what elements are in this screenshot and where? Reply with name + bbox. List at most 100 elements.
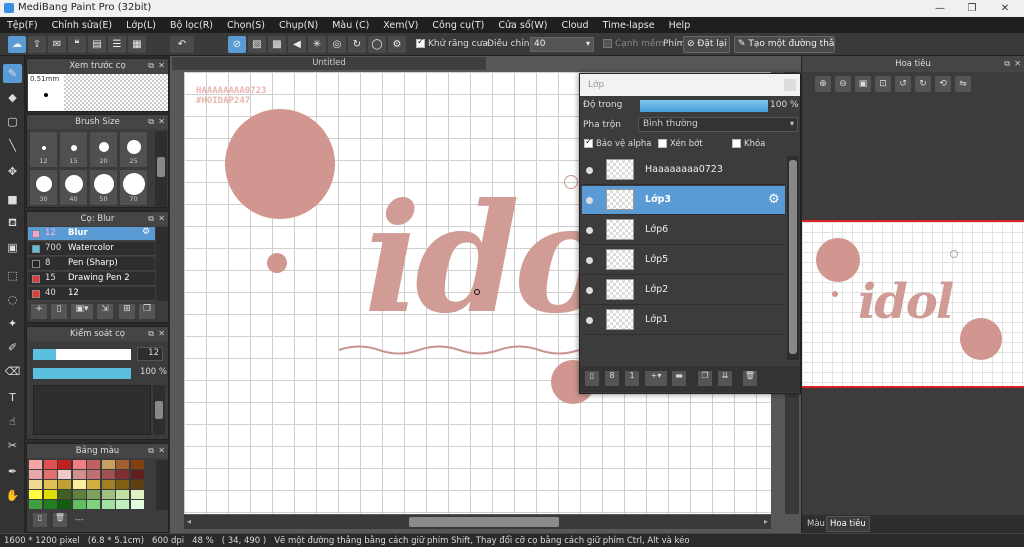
color-swatch[interactable] xyxy=(29,470,42,479)
color-swatch[interactable] xyxy=(58,480,71,489)
eyedropper-tool-icon[interactable]: ✒ xyxy=(3,462,22,481)
size-cell[interactable]: 15 xyxy=(59,131,88,168)
color-swatch[interactable] xyxy=(101,500,115,509)
import-brush-icon[interactable]: ⇲ xyxy=(97,304,113,319)
select-rect-tool-icon[interactable]: ⬚ xyxy=(3,266,22,285)
menu-cloud[interactable]: Cloud xyxy=(554,20,595,31)
reset-rotation-icon[interactable]: ⟲ xyxy=(935,76,951,92)
add-layer-menu-icon[interactable]: +▾ xyxy=(645,371,667,386)
new-layer-icon[interactable]: ▯ xyxy=(585,371,599,386)
clipping-toggle[interactable]: Xén bớt xyxy=(658,139,703,149)
size-cell[interactable]: 25 xyxy=(119,131,148,168)
color-swatch[interactable] xyxy=(43,470,57,479)
scrollbar[interactable] xyxy=(156,460,168,510)
perspective-snap-icon[interactable]: ◀ xyxy=(288,36,306,53)
visibility-icon[interactable] xyxy=(586,257,593,264)
rect-fill-tool-icon[interactable]: ■ xyxy=(3,190,22,209)
reset-button[interactable]: ⊘ Đặt lại xyxy=(683,36,730,53)
share-icon[interactable]: ⇪ xyxy=(28,36,46,53)
settings-icon[interactable]: ⚙ xyxy=(388,36,406,53)
eraser-tool-icon[interactable]: ◆ xyxy=(3,88,22,107)
minimize-button[interactable]: — xyxy=(923,0,957,17)
popout-icon[interactable]: ⧉ xyxy=(148,444,154,458)
concentric-snap-icon[interactable]: ◎ xyxy=(328,36,346,53)
gear-icon[interactable]: ⚙ xyxy=(768,192,780,207)
size-cell[interactable]: 70 xyxy=(119,169,148,206)
size-cell[interactable]: 50 xyxy=(89,169,118,206)
cloud-brush-icon[interactable]: ⊞ xyxy=(119,304,135,319)
color-swatch[interactable] xyxy=(130,480,144,489)
list-icon[interactable]: ☰ xyxy=(108,36,126,53)
actual-size-icon[interactable]: ⊡ xyxy=(875,76,891,92)
color-swatch[interactable] xyxy=(116,490,129,499)
brush-item[interactable]: 700 Watercolor xyxy=(28,242,155,256)
navigator-thumbnail[interactable]: idol xyxy=(802,220,1024,388)
color-swatch[interactable] xyxy=(43,480,57,489)
close-icon[interactable]: ✕ xyxy=(1014,56,1021,72)
merge-layer-icon[interactable]: ⇊ xyxy=(718,371,732,386)
tab-navigator[interactable]: Hoa tiêu xyxy=(826,516,870,532)
lock-toggle[interactable]: Khóa xyxy=(732,139,765,149)
color-swatch[interactable] xyxy=(101,490,115,499)
parallel-snap-icon[interactable]: ▨ xyxy=(248,36,266,53)
color-swatch[interactable] xyxy=(87,500,100,509)
color-swatch[interactable] xyxy=(87,470,100,479)
folder-icon[interactable]: ▬ xyxy=(672,371,686,386)
new-brush-icon[interactable]: ▯ xyxy=(51,304,67,319)
color-swatch[interactable] xyxy=(58,500,71,509)
circle-snap-icon[interactable]: ◯ xyxy=(368,36,386,53)
visibility-icon[interactable] xyxy=(586,227,593,234)
add-palette-icon[interactable]: ▯ xyxy=(33,513,47,527)
brush-item[interactable]: 15 Drawing Pen 2 xyxy=(28,272,155,286)
color-swatch[interactable] xyxy=(58,470,71,479)
menu-tools[interactable]: Công cụ(T) xyxy=(425,20,491,31)
visibility-icon[interactable] xyxy=(586,197,593,204)
menu-view[interactable]: Xem(V) xyxy=(376,20,425,31)
comment-icon[interactable]: ✉ xyxy=(48,36,66,53)
text-tool-icon[interactable]: T xyxy=(3,388,22,407)
document-tab[interactable]: Untitled xyxy=(172,57,486,70)
menu-snap[interactable]: Chụp(N) xyxy=(272,20,325,31)
color-swatch[interactable] xyxy=(116,470,129,479)
color-swatch[interactable] xyxy=(29,500,42,509)
size-cell[interactable]: 30 xyxy=(29,169,58,206)
brush-item[interactable]: 12 Blur ⚙ xyxy=(28,227,155,241)
maximize-button[interactable]: ❐ xyxy=(955,0,989,17)
color-swatch[interactable] xyxy=(116,480,129,489)
copy-brush-icon[interactable]: ❐ xyxy=(139,304,155,319)
delete-layer-icon[interactable]: 🗑 xyxy=(743,371,757,386)
hand-tool-icon[interactable]: ✋ xyxy=(3,486,22,505)
dot-tool-icon[interactable]: ▢ xyxy=(3,112,22,131)
scrollbar-thumb[interactable] xyxy=(155,401,163,419)
color-swatch[interactable] xyxy=(130,460,144,469)
layer-row[interactable]: Lớp3 ⚙ xyxy=(582,186,785,215)
new-1bit-layer-icon[interactable]: 1 xyxy=(625,371,639,386)
operation-tool-icon[interactable]: ☝ xyxy=(3,412,22,431)
layer-row[interactable]: Lớp1 xyxy=(582,306,785,335)
protect-alpha-checkbox[interactable] xyxy=(584,137,593,148)
close-icon[interactable]: ✕ xyxy=(158,212,165,226)
layer-row[interactable]: Haaaaaaaa0723 xyxy=(582,156,785,185)
menu-color[interactable]: Màu (C) xyxy=(325,20,376,31)
scroll-left-icon[interactable]: ◂ xyxy=(187,517,191,526)
scrollbar-thumb[interactable] xyxy=(157,157,165,177)
color-swatch[interactable] xyxy=(101,460,115,469)
soft-edge-toggle[interactable]: Cạnh mềm xyxy=(603,39,664,49)
layer-panel-close-icon[interactable] xyxy=(784,79,796,91)
color-swatch[interactable] xyxy=(87,460,100,469)
color-swatch[interactable] xyxy=(58,490,71,499)
popout-icon[interactable]: ⧉ xyxy=(148,327,154,341)
color-swatch[interactable] xyxy=(72,480,86,489)
color-swatch[interactable] xyxy=(43,490,57,499)
size-cell[interactable]: 40 xyxy=(59,169,88,206)
color-swatch[interactable] xyxy=(43,460,57,469)
menu-help[interactable]: Help xyxy=(662,20,698,31)
size-value[interactable]: 12 xyxy=(137,347,163,361)
add-brush-icon[interactable]: + xyxy=(31,304,47,319)
chat-icon[interactable]: ❝ xyxy=(68,36,86,53)
color-swatch[interactable] xyxy=(87,480,100,489)
layer-row[interactable]: Lớp6 xyxy=(582,216,785,245)
rotate-left-icon[interactable]: ↺ xyxy=(895,76,911,92)
layer-row[interactable]: Lớp5 xyxy=(582,246,785,275)
scrollbar[interactable] xyxy=(155,131,167,207)
